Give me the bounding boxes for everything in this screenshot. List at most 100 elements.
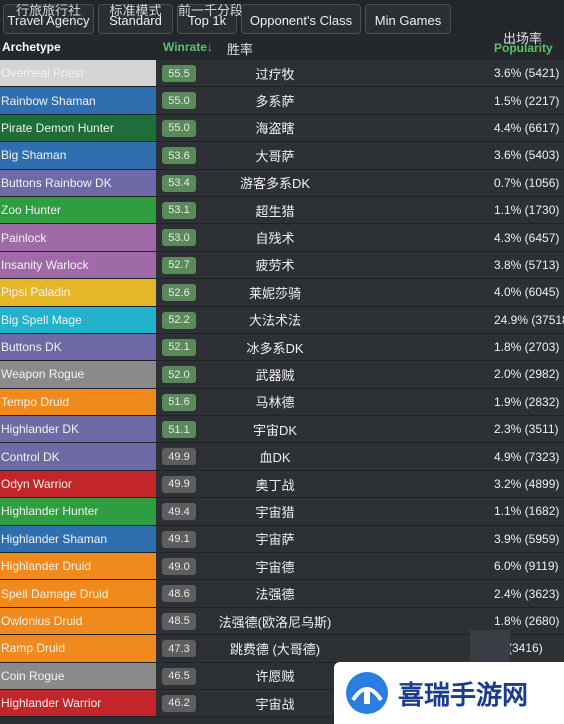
winrate-badge: 52.0 xyxy=(162,366,196,384)
winrate-badge: 49.9 xyxy=(162,475,196,493)
archetype-name[interactable]: Rainbow Shaman xyxy=(0,87,156,114)
archetype-name[interactable]: Zoo Hunter xyxy=(0,196,156,224)
archetype-cn-name: 许愿贼 xyxy=(255,669,295,685)
archetype-name[interactable]: Owlonius Druid xyxy=(0,607,156,635)
tab-standard[interactable]: 标准模式 Standard xyxy=(98,3,173,34)
popularity-value: 1.8% (2703) xyxy=(494,340,560,355)
table-row[interactable]: Overheal Priest 55.5 过疗牧 3.6% (5421) xyxy=(0,60,564,88)
archetype-cn-name: 武器贼 xyxy=(255,367,295,383)
archetype-cn-name: 自残术 xyxy=(255,231,295,247)
archetype-name[interactable]: Highlander Warrior xyxy=(0,689,156,717)
archetype-name[interactable]: Tempo Druid xyxy=(0,388,156,416)
archetype-name[interactable]: Highlander Druid xyxy=(0,553,156,580)
archetype-name[interactable]: Buttons Rainbow DK xyxy=(0,169,156,196)
archetype-cn-name: 多系萨 xyxy=(255,94,295,110)
winrate-badge: 52.2 xyxy=(162,311,196,329)
filter-bar: 行旅旅行社 Travel Agency 标准模式 Standard 前一千分段 … xyxy=(0,0,564,34)
popularity-value: 4.9% (7323) xyxy=(494,449,560,464)
archetype-name[interactable]: Weapon Rogue xyxy=(0,361,156,388)
archetype-name[interactable]: Control DK xyxy=(0,443,156,470)
archetype-name[interactable]: Big Shaman xyxy=(0,142,156,169)
table-row[interactable]: Control DK 49.9 血DK 4.9% (7323) xyxy=(0,443,564,471)
table-row[interactable]: Buttons DK 52.1 冰多系DK 1.8% (2703) xyxy=(0,333,564,362)
popularity-value: 24.9% (37518) xyxy=(494,312,564,327)
archetype-cn-name: 莱妮莎骑 xyxy=(248,285,301,301)
archetype-name[interactable]: Ramp Druid xyxy=(0,635,156,662)
table-row[interactable]: Pipsi Paladin 52.6 莱妮莎骑 4.0% (6045) xyxy=(0,279,564,307)
archetype-cn-name: 冰多系DK xyxy=(246,340,304,356)
archetype-name[interactable]: Painlock xyxy=(0,224,156,251)
archetype-cn-name: 马林德 xyxy=(255,395,295,411)
table-row[interactable]: Buttons Rainbow DK 53.4 游客多系DK 0.7% (1056) xyxy=(0,169,564,197)
table-row[interactable]: Highlander Druid 49.0 宇宙德 6.0% (9119) xyxy=(0,553,564,581)
winrate-badge: 49.0 xyxy=(162,558,196,576)
archetype-name[interactable]: Pipsi Paladin xyxy=(0,279,156,306)
winrate-badge: 52.7 xyxy=(162,256,196,274)
tab-top-1k[interactable]: 前一千分段 Top 1k xyxy=(177,3,243,34)
archetype-name[interactable]: Spell Damage Druid xyxy=(0,580,156,607)
archetype-name[interactable]: Buttons DK xyxy=(0,333,156,361)
table-row[interactable]: Highlander DK 51.1 宇宙DK 2.3% (3511) xyxy=(0,416,564,444)
table-row[interactable]: Weapon Rogue 52.0 武器贼 2.0% (2982) xyxy=(0,361,564,389)
popularity-value: 1.1% (1682) xyxy=(494,504,560,519)
archetype-column-header[interactable]: Archetype xyxy=(2,40,61,54)
archetype-cn-name: 奥丁战 xyxy=(255,477,295,493)
tab-opponents-class[interactable]: Opponent's Class xyxy=(241,4,361,34)
archetype-name[interactable]: Highlander Hunter xyxy=(0,498,156,525)
table-row[interactable]: Spell Damage Druid 48.6 法强德 2.4% (3623) xyxy=(0,580,564,608)
winrate-badge: 49.1 xyxy=(162,530,196,548)
watermark-logo: 喜瑞手游网 xyxy=(334,662,564,724)
table-row[interactable]: Tempo Druid 51.6 马林德 1.9% (2832) xyxy=(0,388,564,417)
winrate-badge: 46.2 xyxy=(162,694,196,712)
winrate-badge: 49.4 xyxy=(162,503,196,521)
winrate-badge: 55.5 xyxy=(162,65,196,82)
popularity-column-header[interactable]: Popularity xyxy=(494,41,553,55)
table-row[interactable]: Highlander Shaman 49.1 宇宙萨 3.9% (5959) xyxy=(0,525,564,554)
archetype-cn-name: 宇宙DK xyxy=(252,422,298,438)
tab-cn-label: 标准模式 xyxy=(109,3,162,18)
archetype-name[interactable]: Pirate Demon Hunter xyxy=(0,114,156,142)
winrate-badge: 52.1 xyxy=(162,338,196,356)
watermark-text: 喜瑞手游网 xyxy=(398,680,529,711)
table-row[interactable]: Highlander Hunter 49.4 宇宙猎 1.1% (1682) xyxy=(0,498,564,526)
archetype-name[interactable]: Highlander DK xyxy=(0,416,156,443)
popularity-value: 2.3% (3511) xyxy=(494,422,559,437)
archetype-name[interactable]: Odyn Warrior xyxy=(0,470,156,498)
archetype-name[interactable]: Insanity Warlock xyxy=(0,251,156,279)
archetype-cn-name: 疲劳术 xyxy=(255,258,295,274)
tab-label: Opponent's Class xyxy=(249,13,353,28)
table-row[interactable]: Insanity Warlock 52.7 疲劳术 3.8% (5713) xyxy=(0,251,564,280)
table-row[interactable]: Odyn Warrior 49.9 奥丁战 3.2% (4899) xyxy=(0,470,564,499)
winrate-badge: 55.0 xyxy=(162,92,196,110)
winrate-badge: 53.4 xyxy=(162,174,196,192)
tab-cn-label: 前一千分段 xyxy=(178,3,244,18)
tab-travel-agency[interactable]: 行旅旅行社 Travel Agency xyxy=(3,3,94,34)
winrate-column-header[interactable]: Winrate↓ xyxy=(163,40,213,54)
tab-min-games[interactable]: Min Games xyxy=(365,4,451,34)
archetype-name[interactable]: Highlander Shaman xyxy=(0,525,156,553)
archetype-name[interactable]: Coin Rogue xyxy=(0,662,156,689)
table-row[interactable]: Big Shaman 53.6 大哥萨 3.6% (5403) xyxy=(0,142,564,170)
popularity-value: 2.0% (2982) xyxy=(494,367,560,382)
table-row[interactable]: Painlock 53.0 自残术 4.3% (6457) xyxy=(0,224,564,252)
table-row[interactable]: Zoo Hunter 53.1 超生猎 1.1% (1730) xyxy=(0,196,564,225)
archetype-name[interactable]: Overheal Priest xyxy=(0,60,156,87)
archetype-table: Overheal Priest 55.5 过疗牧 3.6% (5421) Rainbow… xyxy=(0,60,564,718)
table-row[interactable]: Pirate Demon Hunter 55.0 海盗瞎 4.4% (6617) xyxy=(0,114,564,143)
winrate-badge: 53.6 xyxy=(162,147,196,165)
popularity-value: 3.8% (5713) xyxy=(494,257,560,272)
archetype-name[interactable]: Big Spell Mage xyxy=(0,306,156,333)
popularity-value: 3.9% (5959) xyxy=(494,531,560,546)
winrate-badge: 53.0 xyxy=(162,229,196,247)
tab-cn-label: 行旅旅行社 xyxy=(15,3,81,18)
popularity-value: 3.6% (5421) xyxy=(494,66,560,81)
table-row[interactable]: Rainbow Shaman 55.0 多系萨 1.5% (2217) xyxy=(0,87,564,115)
archetype-cn-name: 宇宙战 xyxy=(255,696,295,712)
archetype-cn-name: 宇宙猎 xyxy=(255,504,295,520)
table-header: Archetype Winrate↓ 胜率 出场率 Popularity xyxy=(0,31,564,60)
archetype-cn-name: 过疗牧 xyxy=(255,66,295,82)
archetype-cn-name: 跳费德 (大哥德) xyxy=(229,641,321,657)
archetype-cn-name: 超生猎 xyxy=(255,203,295,219)
archetype-cn-name: 海盗瞎 xyxy=(255,121,295,137)
table-row[interactable]: Big Spell Mage 52.2 大法术法 24.9% (37518) xyxy=(0,306,564,334)
